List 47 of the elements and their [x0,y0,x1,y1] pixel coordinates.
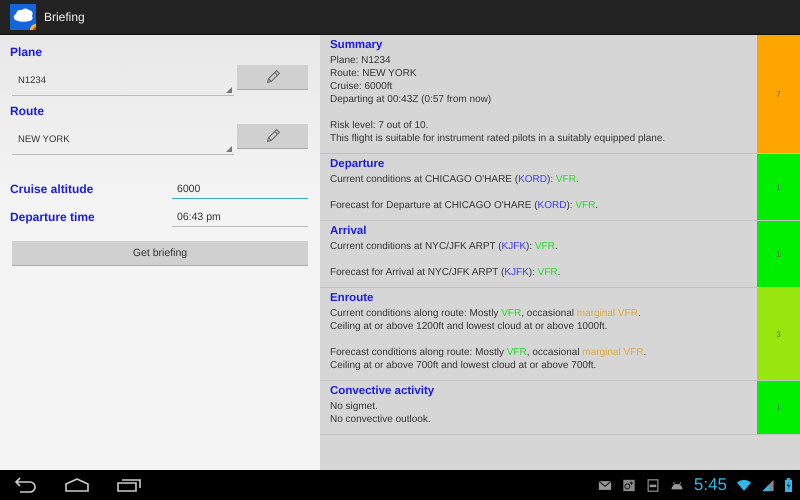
text-line: Forecast for Arrival at NYC/JFK ARPT (KJFK): VFR. [330,266,562,279]
plus-square-icon [622,478,636,492]
text-line: Plane: N1234 [330,54,392,67]
mail-icon [598,478,612,492]
tray-icon [646,478,660,492]
text-line: Forecast for Departure at CHICAGO O'HARE (KORD): VFR. [330,199,600,212]
input-field[interactable]: 06:43 pm [172,207,308,227]
text-line: No convective outlook. [330,413,432,426]
risk-score: 1 [757,381,800,434]
battery-icon [785,478,792,492]
section-heading: Departure [330,157,386,172]
plane-dropdown[interactable]: N1234 [12,65,234,96]
text-line: Route: NEW YORK [330,67,418,80]
risk-score: 1 [757,221,800,287]
text-line: Current conditions along route: Mostly VFR, occasional marginal VFR. [330,307,642,320]
app-title: Briefing [44,10,85,24]
text-line: Ceiling at or above 1200ft and lowest cloud at or above 1000ft. [330,320,608,333]
text-line: This flight is suitable for instrument rated pilots in a suitably equipped plane. [330,132,666,145]
field-label: Cruise altitude [10,182,94,196]
field-label: Plane [10,45,44,59]
get-briefing-button[interactable]: Get briefing [12,241,308,266]
wifi-icon [737,478,751,492]
clock-time: 5:45 [694,475,727,495]
section-heading: Convective activity [330,384,436,399]
text-line: Current conditions at NYC/JFK ARPT (KJFK): VFR. [330,240,559,253]
text-line: Departing at 00:43Z (0:57 from now) [330,93,492,106]
input-field[interactable]: 6000 [172,179,308,199]
text-line: Risk level: 7 out of 10. [330,119,430,132]
section-heading: Enroute [330,291,374,306]
risk-score: 1 [757,154,800,220]
risk-score: 7 [757,35,800,153]
cloud-app-icon [10,4,36,30]
text-line: Cruise: 6000ft [330,80,394,93]
text-line: Current conditions at CHICAGO O'HARE (KORD): VFR. [330,173,580,186]
field-label: Departure time [10,210,95,224]
back-icon[interactable] [12,477,38,493]
signal-icon [761,478,775,492]
recent-apps-icon[interactable] [116,477,142,493]
home-icon[interactable] [64,477,90,493]
risk-score: 3 [757,288,800,380]
text-line: Forecast conditions along route: Mostly VFR, occasional marginal VFR. [330,346,648,359]
route-dropdown[interactable]: NEW YORK [12,124,234,155]
text-line: Ceiling at or above 700ft and lowest cloud at or above 700ft. [330,359,598,372]
section-heading: Summary [330,38,384,53]
field-label: Route [10,104,45,118]
text-line: No sigmet. [330,400,379,413]
section-heading: Arrival [330,224,368,239]
